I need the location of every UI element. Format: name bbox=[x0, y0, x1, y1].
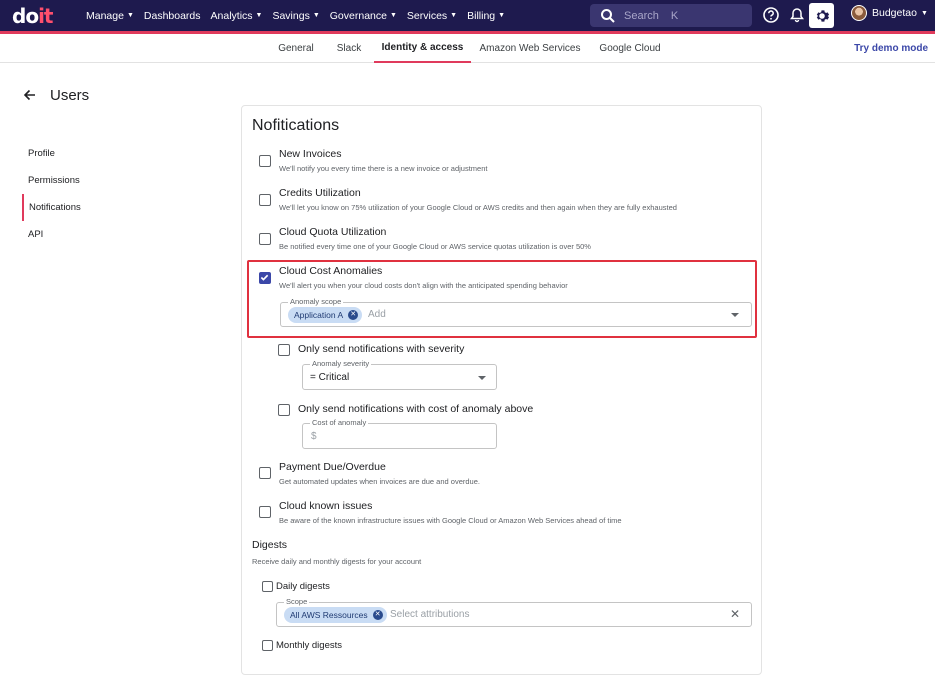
avatar bbox=[851, 5, 867, 21]
chevron-down-icon: ▼ bbox=[498, 12, 506, 19]
cost-of-anomaly-label: Cost of anomaly bbox=[310, 418, 369, 427]
digests-title: Digests bbox=[252, 539, 288, 551]
settings-tabs: General Slack Identity & access Amazon W… bbox=[0, 34, 935, 63]
search-shortcut: K bbox=[670, 9, 679, 22]
logo-text-accent: it bbox=[38, 4, 53, 28]
back-arrow-icon[interactable] bbox=[22, 87, 38, 103]
daily-digests-checkbox[interactable] bbox=[262, 581, 273, 592]
cloud-cost-anomalies-checkbox[interactable] bbox=[259, 272, 271, 284]
tab-general[interactable]: General bbox=[270, 34, 322, 63]
tab-amazon-web-services[interactable]: Amazon Web Services bbox=[478, 34, 582, 63]
search-placeholder: Search bbox=[624, 9, 659, 22]
digests-desc: Receive daily and monthly digests for yo… bbox=[252, 557, 422, 566]
chevron-down-icon: ▼ bbox=[126, 12, 134, 19]
cloud-known-issues-desc: Be aware of the known infrastructure iss… bbox=[279, 516, 622, 525]
sidebar-item-profile[interactable]: Profile bbox=[22, 140, 142, 167]
monthly-digests-label: Monthly digests bbox=[276, 640, 343, 651]
cost-checkbox[interactable] bbox=[278, 404, 290, 416]
new-invoices-desc: We'll notify you every time there is a n… bbox=[279, 164, 488, 173]
sidebar: Profile Permissions Notifications API bbox=[22, 140, 142, 248]
notifications-title: Nofitications bbox=[252, 117, 340, 134]
payment-due-checkbox[interactable] bbox=[259, 467, 271, 479]
payment-due-desc: Get automated updates when invoices are … bbox=[279, 477, 480, 486]
clear-icon[interactable]: ✕ bbox=[730, 607, 740, 621]
digest-scope-chip[interactable]: All AWS Ressources ✕ bbox=[284, 607, 387, 623]
cost-prefix: $ bbox=[311, 431, 317, 442]
main-nav: Manage ▼ Dashboards Analytics ▼ Savings ▼ G… bbox=[86, 0, 515, 31]
severity-option-title: Only send notifications with severity bbox=[298, 343, 465, 355]
chevron-down-icon: ▼ bbox=[389, 12, 397, 19]
sidebar-item-permissions[interactable]: Permissions bbox=[22, 167, 142, 194]
cloud-known-issues-checkbox[interactable] bbox=[259, 506, 271, 518]
help-icon[interactable] bbox=[762, 6, 780, 24]
check-icon bbox=[260, 274, 269, 281]
cloud-cost-anomalies-desc: We'll alert you when your cloud costs do… bbox=[279, 281, 568, 290]
chip-remove-icon[interactable]: ✕ bbox=[372, 610, 383, 620]
nav-savings[interactable]: Savings ▼ bbox=[272, 10, 319, 22]
chevron-down-icon: ▼ bbox=[920, 9, 928, 17]
anomaly-scope-label: Anomaly scope bbox=[288, 297, 344, 306]
credits-utilization-title: Credits Utilization bbox=[279, 187, 361, 199]
user-name: Budgetao bbox=[872, 7, 917, 19]
nav-manage[interactable]: Manage ▼ bbox=[86, 10, 134, 22]
cloud-cost-anomalies-title: Cloud Cost Anomalies bbox=[279, 265, 383, 277]
anomaly-severity-value: = Critical bbox=[310, 372, 350, 383]
chevron-down-icon: ▼ bbox=[255, 12, 263, 19]
chip-remove-icon[interactable]: ✕ bbox=[348, 310, 359, 320]
sidebar-item-api[interactable]: API bbox=[22, 221, 142, 248]
nav-governance[interactable]: Governance ▼ bbox=[330, 10, 397, 22]
payment-due-title: Payment Due/Overdue bbox=[279, 461, 386, 473]
page-title: Users bbox=[50, 87, 90, 104]
logo-text-main: do bbox=[12, 4, 39, 28]
digest-scope-label: Scope bbox=[284, 597, 310, 606]
cloud-quota-title: Cloud Quota Utilization bbox=[279, 226, 387, 238]
new-invoices-title: New Invoices bbox=[279, 148, 342, 160]
dropdown-arrow-icon[interactable] bbox=[478, 376, 486, 380]
top-app-bar: doit Manage ▼ Dashboards Analytics ▼ Savin… bbox=[0, 0, 935, 31]
anomaly-scope-placeholder: Add bbox=[368, 309, 386, 320]
try-demo-mode-link[interactable]: Try demo mode bbox=[854, 34, 928, 63]
scope-chip[interactable]: Application A ✕ bbox=[288, 307, 363, 323]
tab-slack[interactable]: Slack bbox=[330, 34, 368, 63]
nav-billing[interactable]: Billing ▼ bbox=[467, 10, 505, 22]
chevron-down-icon: ▼ bbox=[450, 12, 458, 19]
digest-scope-chip-label: All AWS Ressources bbox=[290, 610, 368, 620]
severity-checkbox[interactable] bbox=[278, 344, 290, 356]
sidebar-item-notifications[interactable]: Notifications bbox=[22, 194, 142, 221]
nav-services[interactable]: Services ▼ bbox=[407, 10, 457, 22]
cost-option-title: Only send notifications with cost of ano… bbox=[298, 403, 534, 415]
cloud-known-issues-title: Cloud known issues bbox=[279, 500, 373, 512]
scope-chip-label: Application A bbox=[294, 310, 344, 320]
search-box[interactable]: Search K bbox=[590, 4, 752, 27]
gear-icon bbox=[816, 9, 829, 22]
doit-logo[interactable]: doit bbox=[12, 4, 54, 28]
tab-google-cloud[interactable]: Google Cloud bbox=[592, 34, 668, 63]
cloud-quota-checkbox[interactable] bbox=[259, 233, 271, 245]
search-icon bbox=[600, 8, 616, 24]
daily-digests-label: Daily digests bbox=[276, 581, 330, 592]
dropdown-arrow-icon[interactable] bbox=[731, 313, 739, 317]
anomaly-severity-label: Anomaly severity bbox=[310, 359, 372, 368]
new-invoices-checkbox[interactable] bbox=[259, 155, 271, 167]
bell-icon[interactable] bbox=[788, 6, 806, 24]
monthly-digests-checkbox[interactable] bbox=[262, 640, 273, 651]
credits-utilization-checkbox[interactable] bbox=[259, 194, 271, 206]
tab-identity-access[interactable]: Identity & access bbox=[374, 34, 471, 63]
user-menu[interactable]: Budgetao ▼ bbox=[851, 5, 928, 21]
digest-scope-placeholder: Select attributions bbox=[390, 609, 470, 620]
nav-analytics[interactable]: Analytics ▼ bbox=[211, 10, 263, 22]
credits-utilization-desc: We'll let you know on 75% utilization of… bbox=[279, 203, 677, 212]
settings-button[interactable] bbox=[809, 3, 834, 28]
cloud-quota-desc: Be notified every time one of your Googl… bbox=[279, 242, 591, 251]
nav-dashboards[interactable]: Dashboards bbox=[144, 10, 201, 22]
chevron-down-icon: ▼ bbox=[312, 12, 320, 19]
